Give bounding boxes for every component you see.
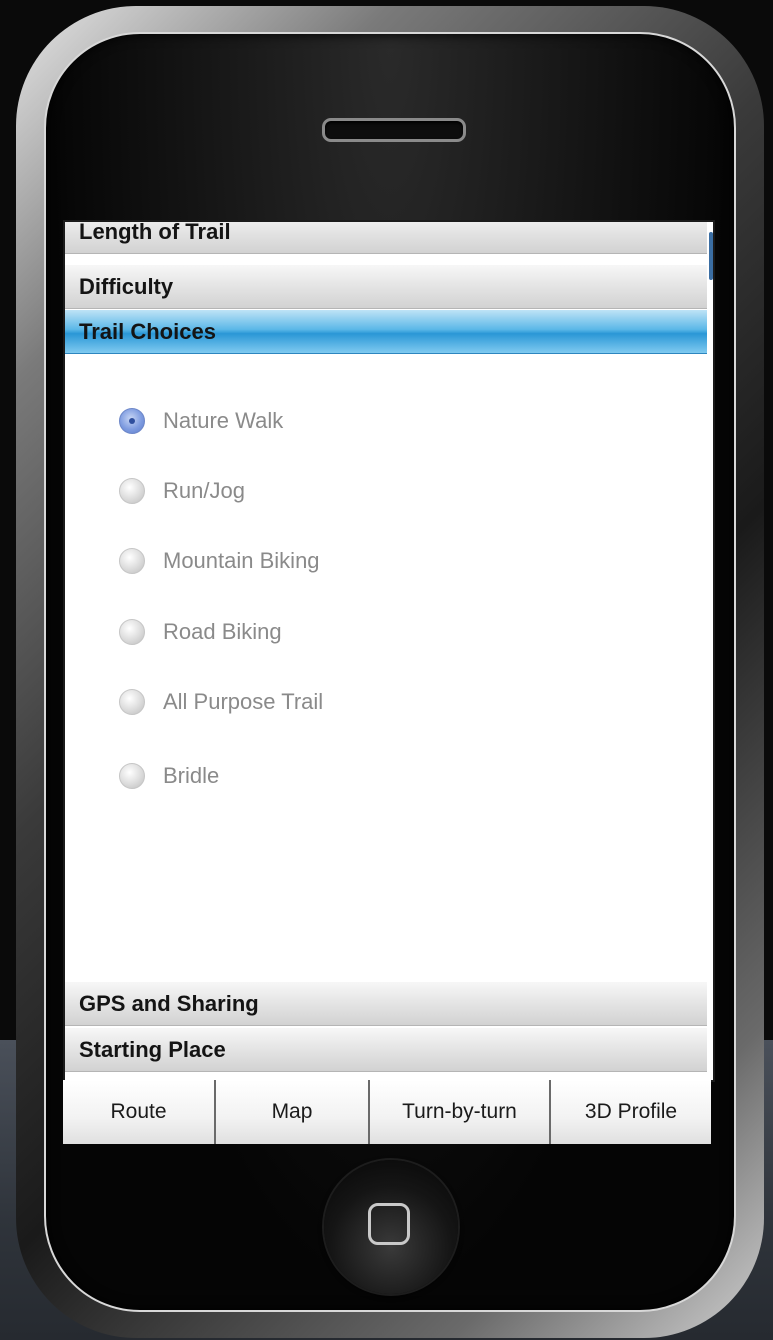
radio-unchecked-icon[interactable] bbox=[119, 548, 145, 574]
radio-option-bridle[interactable]: Bridle bbox=[119, 761, 219, 791]
accordion-header-gps-and-sharing[interactable]: GPS and Sharing bbox=[65, 982, 707, 1026]
radio-unchecked-icon[interactable] bbox=[119, 619, 145, 645]
radio-option-all-purpose-trail[interactable]: All Purpose Trail bbox=[119, 687, 323, 717]
accordion-header-label: Length of Trail bbox=[79, 220, 231, 244]
radio-unchecked-icon[interactable] bbox=[119, 763, 145, 789]
home-button-icon bbox=[368, 1203, 410, 1245]
accordion-header-trail-choices[interactable]: Trail Choices bbox=[65, 310, 707, 354]
radio-option-run-jog[interactable]: Run/Jog bbox=[119, 476, 245, 506]
phone-screen: Length of Trail Difficulty Trail Choices… bbox=[63, 220, 715, 1082]
accordion-header-starting-place[interactable]: Starting Place bbox=[65, 1028, 707, 1072]
bottom-tab-bar: Route Map Turn-by-turn 3D Profile bbox=[63, 1080, 711, 1144]
radio-option-label: Nature Walk bbox=[163, 408, 284, 433]
accordion-header-label: Starting Place bbox=[79, 1037, 226, 1062]
radio-option-label: All Purpose Trail bbox=[163, 689, 324, 714]
radio-option-label: Road Biking bbox=[163, 619, 282, 644]
tab-label: Route bbox=[110, 1100, 167, 1123]
radio-option-road-biking[interactable]: Road Biking bbox=[119, 617, 282, 647]
tab-route[interactable]: Route bbox=[63, 1080, 216, 1144]
radio-option-nature-walk[interactable]: Nature Walk bbox=[119, 406, 283, 436]
radio-option-label: Bridle bbox=[163, 763, 220, 788]
tab-3d-profile[interactable]: 3D Profile bbox=[551, 1080, 711, 1144]
radio-option-mountain-biking[interactable]: Mountain Biking bbox=[119, 546, 320, 576]
tab-turn-by-turn[interactable]: Turn-by-turn bbox=[370, 1080, 551, 1144]
accordion-header-label: Difficulty bbox=[79, 274, 174, 299]
accordion-header-label: Trail Choices bbox=[79, 319, 216, 344]
radio-checked-icon[interactable] bbox=[119, 408, 145, 434]
scrollbar-thumb[interactable] bbox=[709, 232, 713, 280]
earpiece-speaker-icon bbox=[322, 118, 466, 142]
tab-label: Turn-by-turn bbox=[402, 1100, 517, 1123]
radio-option-label: Mountain Biking bbox=[163, 548, 320, 573]
radio-option-label: Run/Jog bbox=[163, 478, 245, 503]
accordion-header-label: GPS and Sharing bbox=[79, 991, 259, 1016]
tab-map[interactable]: Map bbox=[216, 1080, 370, 1144]
accordion-header-length-of-trail[interactable]: Length of Trail bbox=[65, 220, 707, 254]
radio-unchecked-icon[interactable] bbox=[119, 689, 145, 715]
tab-label: 3D Profile bbox=[584, 1100, 678, 1123]
tab-label: Map bbox=[271, 1100, 313, 1123]
radio-unchecked-icon[interactable] bbox=[119, 478, 145, 504]
accordion-header-difficulty[interactable]: Difficulty bbox=[65, 265, 707, 309]
home-button[interactable] bbox=[324, 1160, 458, 1294]
